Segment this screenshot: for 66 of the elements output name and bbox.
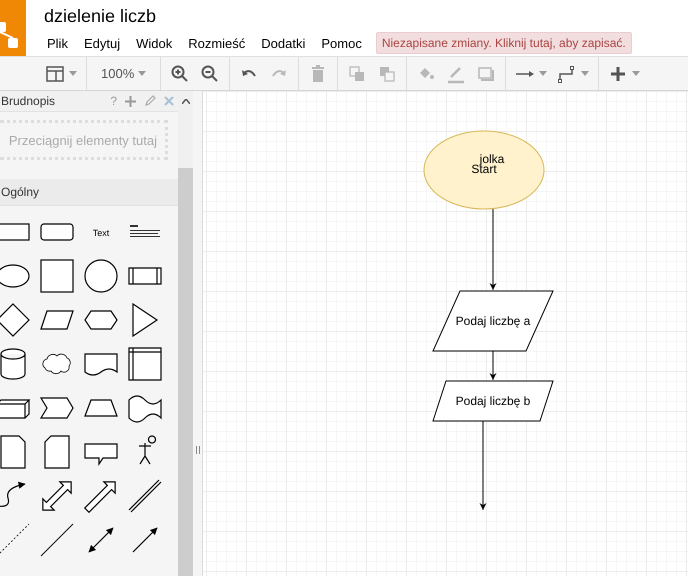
palette-diamond-icon[interactable] [0,303,30,337]
palette-document-icon[interactable] [84,353,118,376]
arrow-icon [515,70,536,78]
caret-icon [581,71,590,76]
palette-parallelogram-icon[interactable] [40,310,74,330]
zoom-in-icon [170,64,190,84]
palette-tape-icon[interactable] [128,395,162,423]
menu-item[interactable]: Dodatki [261,36,306,50]
palette-square-icon[interactable] [40,259,74,293]
connector-arrow[interactable] [490,350,496,380]
node-label: Podaj liczbę a [456,314,530,328]
palette-step-icon[interactable] [40,397,74,419]
grip-icon[interactable] [196,446,200,454]
palette-trapezoid-icon[interactable] [84,399,118,417]
palette-storage-icon[interactable] [128,347,162,381]
palette-arrow-line-icon[interactable] [132,528,158,552]
caret-icon [138,71,146,76]
palette-cloud-icon[interactable] [42,354,71,374]
palette-actor-icon[interactable] [138,435,156,465]
menu-item[interactable]: Rozmieść [188,36,246,50]
palette-dashed-line-icon[interactable] [0,524,30,556]
connector-arrow[interactable] [480,420,486,510]
palette-hexagon-icon[interactable] [84,310,118,330]
palette-circle-icon[interactable] [84,259,118,293]
palette-process-icon[interactable] [128,267,162,285]
zoom-dropdown[interactable]: 100% [91,60,156,86]
palette-double-arrow-icon[interactable] [42,481,72,511]
ellipse-node[interactable] [424,130,544,210]
menu-item[interactable]: Widok [136,36,172,50]
palette-rect-icon[interactable] [0,223,30,241]
palette-note-icon[interactable] [0,435,26,469]
palette-line-icon[interactable] [40,524,74,556]
palette-rounded-icon[interactable] [40,223,74,241]
panel-layout-icon [45,64,65,84]
drop-hint: Przeciągnij elementy tutaj [8,132,157,148]
unsaved-changes-notice[interactable]: Niezapisane zmiany. Kliknij tutaj, aby zapisać. [376,32,632,54]
diagram-canvas[interactable]: jolka Start Podaj liczbę a Podaj liczbę b [203,91,688,576]
caret-icon [632,71,640,76]
scratchpad-title[interactable]: Brudnopis [1,94,56,108]
palette-curve-icon[interactable] [0,482,26,507]
palette-callout-icon[interactable] [84,443,118,466]
node-label: Podaj liczbę b [456,394,530,408]
section-title[interactable]: Ogólny [1,185,40,199]
palette-cylinder-icon[interactable] [0,348,26,380]
palette-triangle-icon[interactable] [132,302,158,338]
node-label: jolka [480,152,504,166]
menu-item[interactable]: Plik [47,36,68,50]
parallelogram-node[interactable] [432,380,554,422]
palette-link-icon[interactable] [128,479,162,513]
scrollbar-thumb[interactable] [178,168,193,576]
scrollbar[interactable] [178,91,193,576]
connector-arrow[interactable] [490,208,496,290]
parallelogram-node[interactable] [432,290,554,352]
palette-arrow-icon[interactable] [84,481,116,514]
palette-text[interactable]: Text [92,228,110,238]
scroll-up-icon[interactable] [182,99,190,104]
menu-item[interactable]: Edytuj [84,36,120,50]
menu-item[interactable]: Pomoc [321,36,362,50]
document-title[interactable]: dzielenie liczb [44,5,632,27]
palette-cube-icon[interactable] [0,399,30,419]
palette-card-icon[interactable] [44,435,70,469]
caret-icon [539,71,548,76]
palette-textblock-icon[interactable] [130,225,160,237]
zoom-out-icon [200,64,220,84]
palette-double-arrow-line-icon[interactable] [88,528,114,552]
caret-icon [69,71,77,76]
